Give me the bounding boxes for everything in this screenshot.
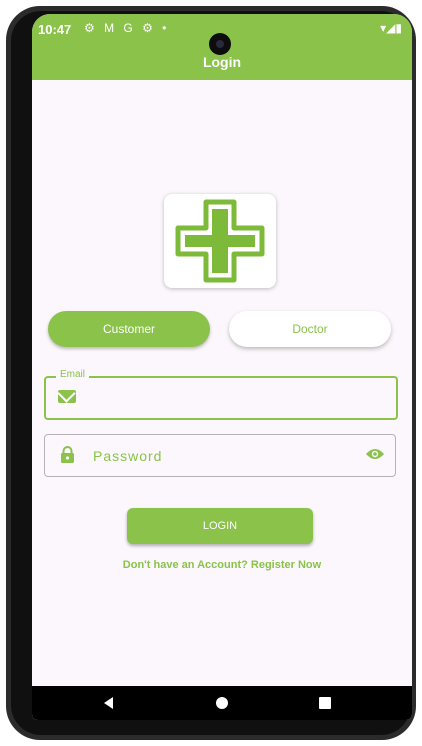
screen: 10:47 ⚙ M G ⚙ • ▾◢▮ Login Customer Docto… — [32, 14, 412, 720]
app-logo — [164, 194, 276, 288]
eye-icon[interactable] — [365, 447, 385, 461]
register-prompt-text: Don't have an Account? — [122, 559, 248, 571]
customer-toggle-button[interactable]: Customer — [48, 311, 210, 347]
register-prompt: Don't have an Account? Register Now — [32, 559, 412, 571]
register-now-link[interactable]: Register Now — [251, 559, 321, 571]
app-bar: 10:47 ⚙ M G ⚙ • ▾◢▮ Login — [32, 14, 412, 80]
camera-cutout — [209, 33, 231, 55]
email-label: Email — [56, 369, 90, 380]
email-field[interactable]: Email — [44, 369, 398, 420]
status-notification-icons: ⚙ M G ⚙ • — [84, 21, 170, 35]
status-signal-battery-icons: ▾◢▮ — [380, 21, 402, 35]
back-icon[interactable] — [104, 697, 113, 709]
page-title: Login — [202, 54, 242, 70]
status-time: 10:47 — [38, 22, 72, 37]
recents-icon[interactable] — [319, 697, 331, 709]
system-nav-bar — [32, 686, 412, 720]
medical-cross-icon — [175, 199, 265, 283]
mail-icon — [58, 390, 76, 403]
login-button[interactable]: LOGIN — [127, 508, 313, 544]
lock-icon — [61, 446, 74, 463]
password-field[interactable]: Password — [44, 434, 396, 477]
doctor-toggle-button[interactable]: Doctor — [229, 311, 391, 347]
password-placeholder: Password — [93, 448, 163, 464]
home-icon[interactable] — [216, 697, 228, 709]
